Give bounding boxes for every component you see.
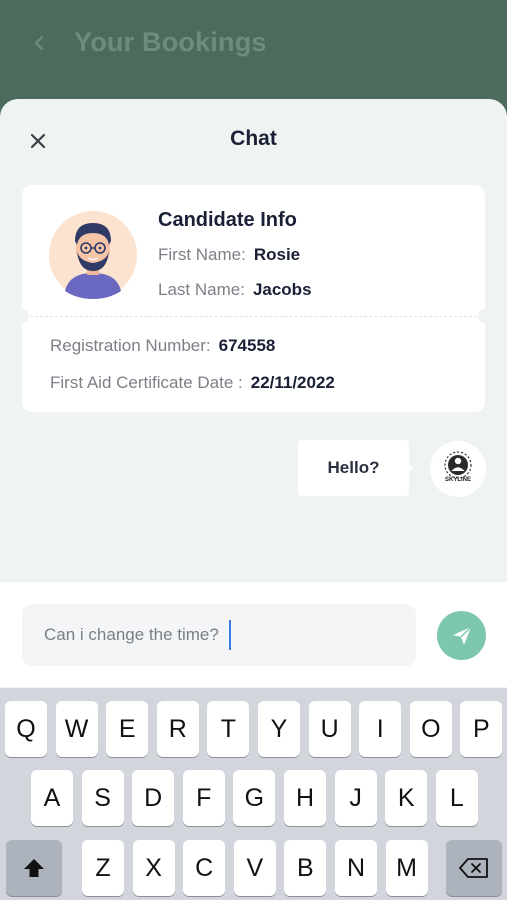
key-h[interactable]: H [284,770,326,826]
registration-label: Registration Number: [50,336,211,355]
send-icon [452,626,471,645]
key-r[interactable]: R [156,701,199,757]
key-y[interactable]: Y [258,701,300,757]
key-a[interactable]: A [31,770,73,826]
registration-row: Registration Number: 674558 [50,336,275,356]
key-d[interactable]: D [132,770,175,826]
key-f[interactable]: F [182,770,225,826]
key-c[interactable]: C [183,840,226,896]
last-name-label: Last Name: [158,280,245,299]
first-aid-label: First Aid Certificate Date : [50,373,243,392]
key-j[interactable]: J [334,770,377,826]
chat-title: Chat [230,127,277,150]
key-t[interactable]: T [207,701,250,757]
header-bar: Your Bookings [0,0,507,110]
sender-avatar-logo: SKYLINE [430,441,486,497]
delete-key[interactable] [446,840,502,896]
key-x[interactable]: X [132,840,175,896]
first-aid-value: 22/11/2022 [250,373,335,392]
key-b[interactable]: B [284,840,327,896]
registration-value: 674558 [218,336,276,355]
key-g[interactable]: G [233,770,276,826]
avatar [49,211,137,299]
key-s[interactable]: S [81,770,124,826]
message-input-text: Can i change the time? [44,625,219,644]
chevron-left-icon[interactable] [28,30,48,56]
first-aid-row: First Aid Certificate Date : 22/11/2022 [50,373,335,393]
key-v[interactable]: V [233,840,276,896]
last-name-row: Last Name: Jacobs [158,280,312,300]
key-e[interactable]: E [106,701,149,757]
shift-key[interactable] [6,840,62,896]
key-l[interactable]: L [435,770,478,826]
skyline-logo-icon [444,451,472,479]
first-name-value: Rosie [253,245,301,264]
key-m[interactable]: M [385,840,428,896]
key-p[interactable]: P [460,701,503,757]
key-q[interactable]: Q [5,701,47,757]
page-title: Your Bookings [74,27,267,57]
keyboard: QWERTYUIOP ASDFGHJKL ZXCVBNM [0,688,507,900]
message-bubble[interactable]: Hello? [298,440,409,496]
card-notch-left [15,309,29,323]
skyline-logo-text: SKYLINE [444,477,471,483]
message-input[interactable]: Can i change the time? [22,604,416,666]
first-name-row: First Name: Rosie [158,245,300,265]
key-o[interactable]: O [409,701,452,757]
key-i[interactable]: I [359,701,402,757]
backspace-icon [459,858,488,878]
card-divider [30,316,477,317]
text-caret [228,620,231,650]
key-n[interactable]: N [335,840,377,896]
key-w[interactable]: W [55,701,98,757]
candidate-info-card: Candidate Info First Name: Rosie Last Nam… [15,185,492,412]
composer-bar: Can i change the time? [0,582,507,687]
card-notch-right [478,309,492,323]
first-name-label: First Name: [158,245,246,264]
message-bubble-tail [405,461,413,475]
send-button[interactable] [437,611,486,660]
shift-icon [24,859,44,877]
key-z[interactable]: Z [82,840,124,896]
key-k[interactable]: K [385,770,428,826]
last-name-value: Jacobs [252,280,312,299]
key-u[interactable]: U [308,701,351,757]
candidate-info-heading: Candidate Info [158,209,297,231]
